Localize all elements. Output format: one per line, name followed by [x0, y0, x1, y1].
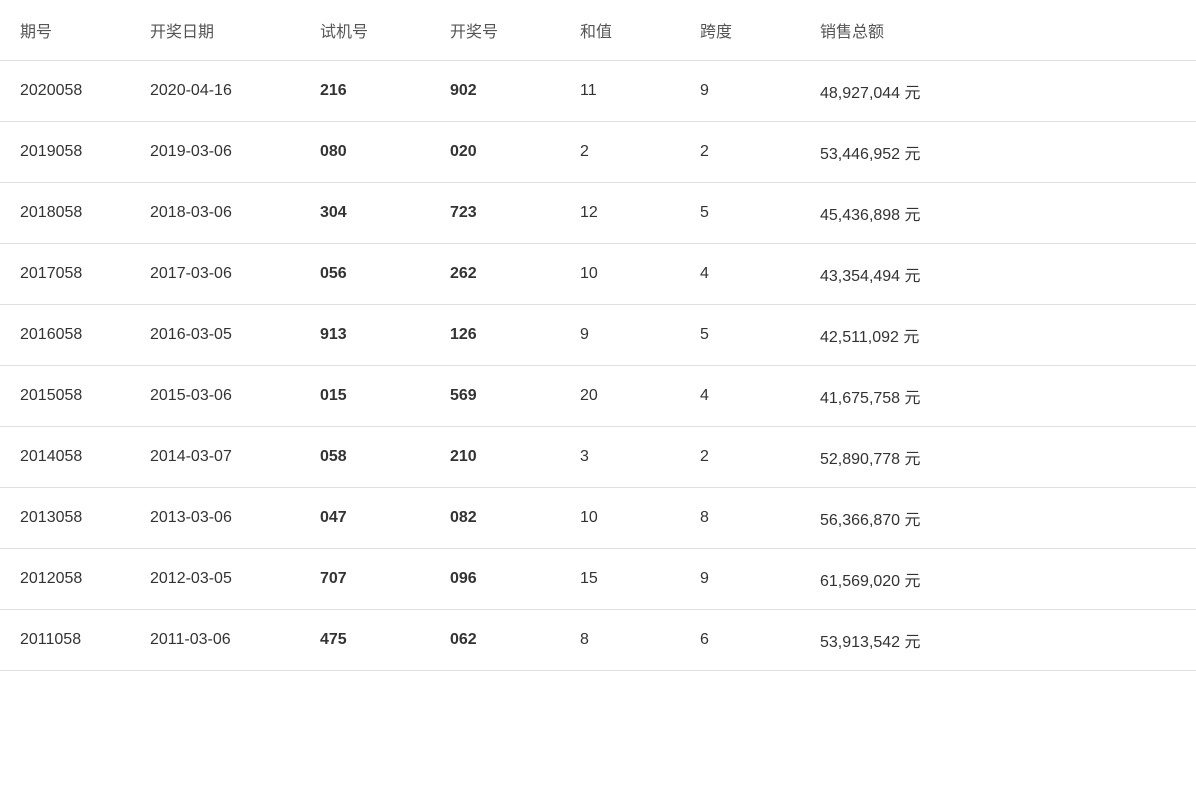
cell-shiji: 304: [300, 183, 430, 244]
cell-qihao: 2019058: [0, 122, 130, 183]
table-row: 20200582020-04-1621690211948,927,044 元: [0, 61, 1196, 122]
table-row: 20190582019-03-060800202253,446,952 元: [0, 122, 1196, 183]
cell-qihao: 2011058: [0, 610, 130, 671]
table-row: 20160582016-03-059131269542,511,092 元: [0, 305, 1196, 366]
table-row: 20110582011-03-064750628653,913,542 元: [0, 610, 1196, 671]
cell-date: 2012-03-05: [130, 549, 300, 610]
cell-kuadu: 4: [680, 366, 800, 427]
cell-hezhi: 11: [560, 61, 680, 122]
cell-sales: 43,354,494 元: [800, 244, 1196, 305]
table-row: 20170582017-03-0605626210443,354,494 元: [0, 244, 1196, 305]
cell-hezhi: 2: [560, 122, 680, 183]
table-row: 20150582015-03-0601556920441,675,758 元: [0, 366, 1196, 427]
lottery-table: 期号 开奖日期 试机号 开奖号 和值 跨度 销售总额 20200582020-0…: [0, 0, 1196, 671]
cell-date: 2020-04-16: [130, 61, 300, 122]
cell-qihao: 2013058: [0, 488, 130, 549]
table-header-row: 期号 开奖日期 试机号 开奖号 和值 跨度 销售总额: [0, 0, 1196, 61]
header-kaijang: 开奖号: [430, 0, 560, 61]
cell-hezhi: 15: [560, 549, 680, 610]
table-row: 20130582013-03-0604708210856,366,870 元: [0, 488, 1196, 549]
cell-date: 2018-03-06: [130, 183, 300, 244]
header-date: 开奖日期: [130, 0, 300, 61]
cell-sales: 61,569,020 元: [800, 549, 1196, 610]
cell-qihao: 2016058: [0, 305, 130, 366]
cell-kaijang: 902: [430, 61, 560, 122]
cell-shiji: 707: [300, 549, 430, 610]
cell-shiji: 913: [300, 305, 430, 366]
header-sales: 销售总额: [800, 0, 1196, 61]
cell-shiji: 056: [300, 244, 430, 305]
cell-qihao: 2014058: [0, 427, 130, 488]
cell-hezhi: 8: [560, 610, 680, 671]
cell-sales: 52,890,778 元: [800, 427, 1196, 488]
cell-hezhi: 9: [560, 305, 680, 366]
cell-kuadu: 2: [680, 122, 800, 183]
cell-shiji: 475: [300, 610, 430, 671]
cell-sales: 45,436,898 元: [800, 183, 1196, 244]
cell-kuadu: 5: [680, 305, 800, 366]
cell-kuadu: 2: [680, 427, 800, 488]
cell-hezhi: 10: [560, 488, 680, 549]
cell-kuadu: 9: [680, 61, 800, 122]
cell-date: 2014-03-07: [130, 427, 300, 488]
cell-date: 2011-03-06: [130, 610, 300, 671]
cell-kuadu: 8: [680, 488, 800, 549]
cell-sales: 53,913,542 元: [800, 610, 1196, 671]
cell-qihao: 2012058: [0, 549, 130, 610]
cell-qihao: 2018058: [0, 183, 130, 244]
cell-date: 2017-03-06: [130, 244, 300, 305]
table-row: 20140582014-03-070582103252,890,778 元: [0, 427, 1196, 488]
cell-kaijang: 082: [430, 488, 560, 549]
cell-kaijang: 096: [430, 549, 560, 610]
cell-qihao: 2017058: [0, 244, 130, 305]
cell-sales: 53,446,952 元: [800, 122, 1196, 183]
cell-kaijang: 062: [430, 610, 560, 671]
cell-shiji: 216: [300, 61, 430, 122]
cell-hezhi: 12: [560, 183, 680, 244]
main-table-container: 期号 开奖日期 试机号 开奖号 和值 跨度 销售总额 20200582020-0…: [0, 0, 1196, 671]
cell-kuadu: 4: [680, 244, 800, 305]
cell-date: 2016-03-05: [130, 305, 300, 366]
cell-date: 2019-03-06: [130, 122, 300, 183]
header-hezhi: 和值: [560, 0, 680, 61]
cell-kaijang: 210: [430, 427, 560, 488]
cell-qihao: 2015058: [0, 366, 130, 427]
cell-kaijang: 126: [430, 305, 560, 366]
cell-kaijang: 262: [430, 244, 560, 305]
cell-date: 2013-03-06: [130, 488, 300, 549]
table-row: 20120582012-03-0570709615961,569,020 元: [0, 549, 1196, 610]
cell-hezhi: 10: [560, 244, 680, 305]
cell-kuadu: 9: [680, 549, 800, 610]
header-qihao: 期号: [0, 0, 130, 61]
header-shiji: 试机号: [300, 0, 430, 61]
cell-date: 2015-03-06: [130, 366, 300, 427]
cell-hezhi: 3: [560, 427, 680, 488]
cell-shiji: 047: [300, 488, 430, 549]
cell-sales: 56,366,870 元: [800, 488, 1196, 549]
cell-qihao: 2020058: [0, 61, 130, 122]
cell-kuadu: 6: [680, 610, 800, 671]
cell-kaijang: 723: [430, 183, 560, 244]
cell-kaijang: 020: [430, 122, 560, 183]
cell-shiji: 080: [300, 122, 430, 183]
cell-sales: 42,511,092 元: [800, 305, 1196, 366]
cell-sales: 48,927,044 元: [800, 61, 1196, 122]
cell-shiji: 015: [300, 366, 430, 427]
cell-sales: 41,675,758 元: [800, 366, 1196, 427]
table-row: 20180582018-03-0630472312545,436,898 元: [0, 183, 1196, 244]
cell-kuadu: 5: [680, 183, 800, 244]
cell-kaijang: 569: [430, 366, 560, 427]
cell-hezhi: 20: [560, 366, 680, 427]
cell-shiji: 058: [300, 427, 430, 488]
header-kuadu: 跨度: [680, 0, 800, 61]
